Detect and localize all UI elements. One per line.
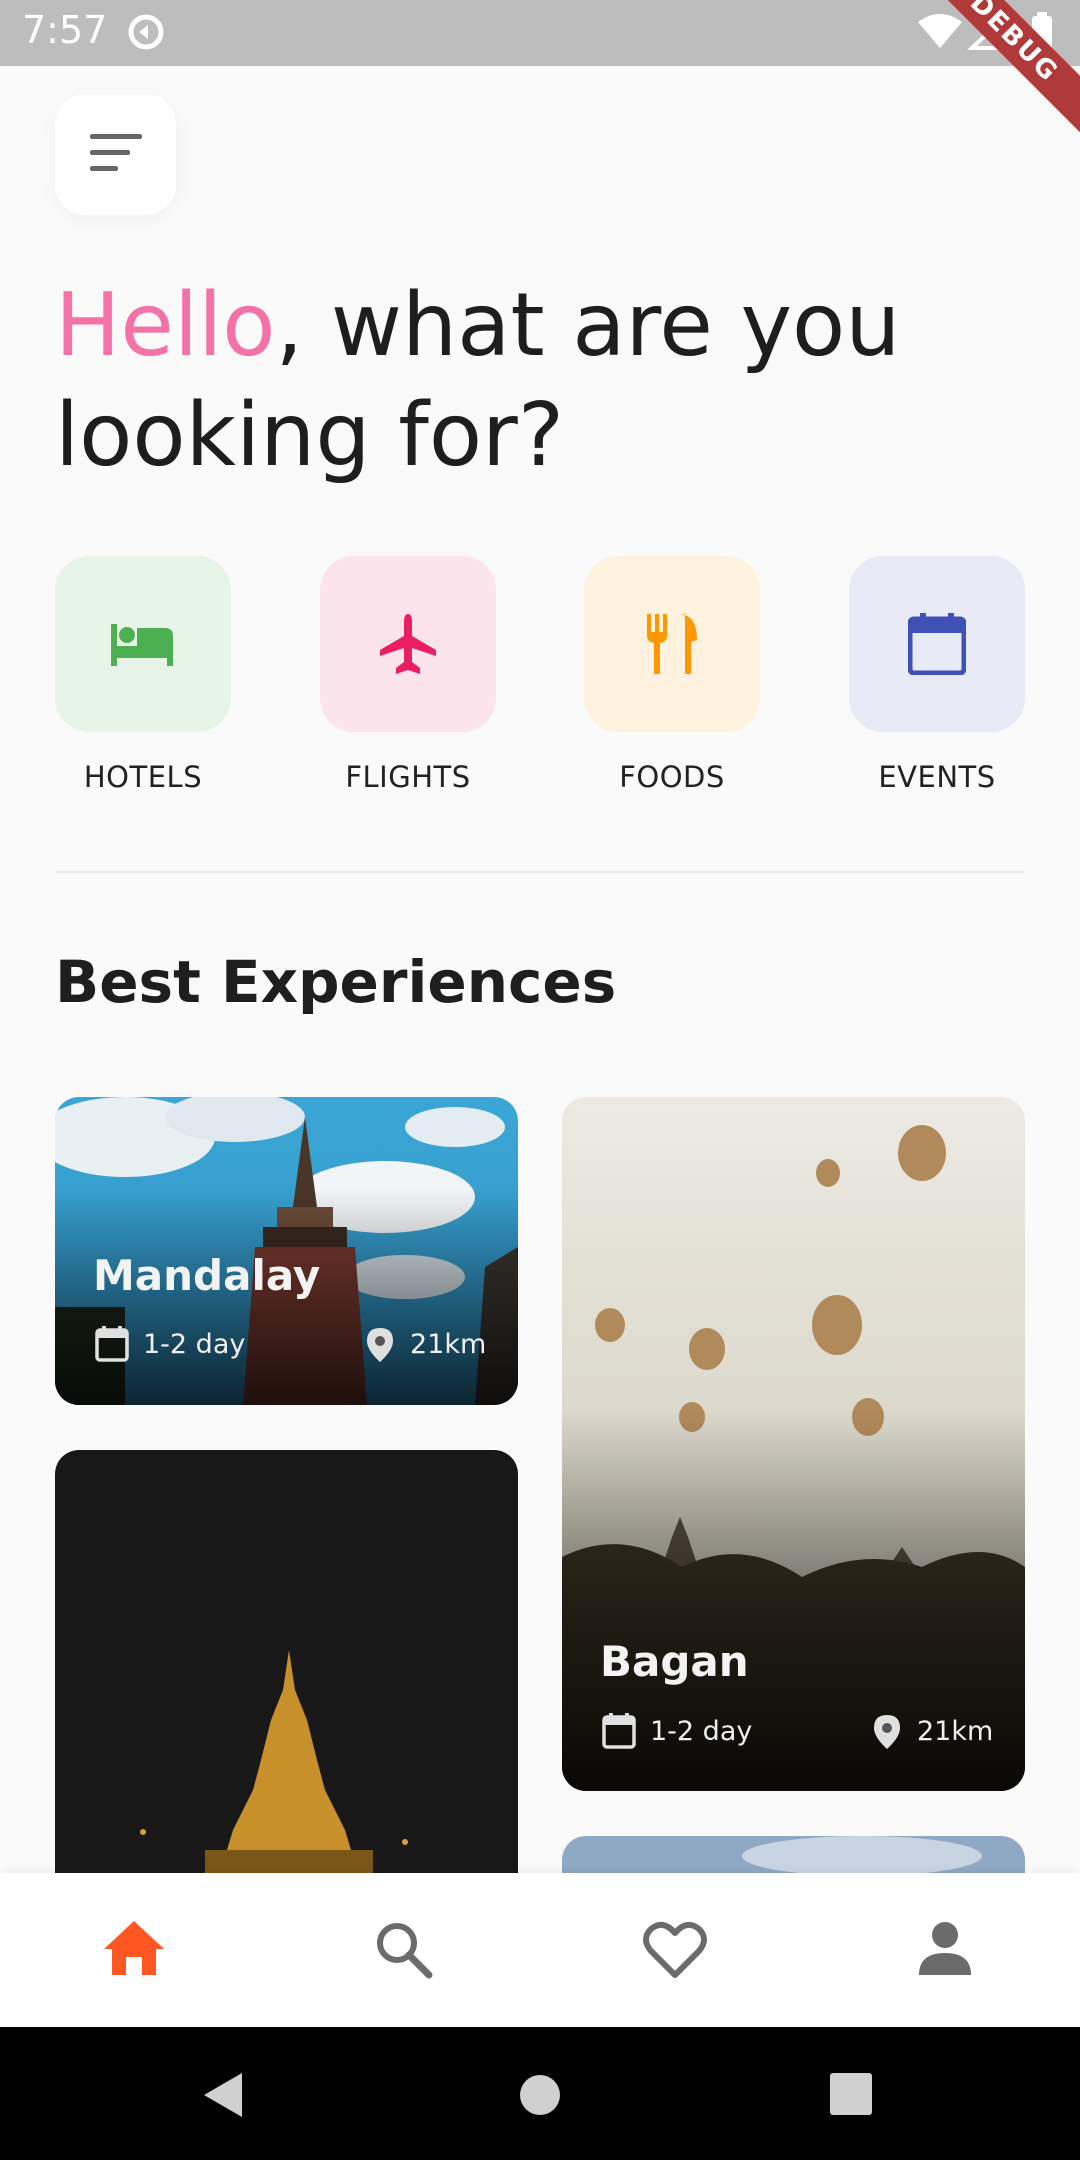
card-distance: 21km	[410, 1329, 487, 1360]
wifi-icon	[918, 14, 962, 48]
card-distance: 21km	[917, 1716, 994, 1747]
card-duration: 1-2 day	[650, 1716, 753, 1747]
calendar-icon	[95, 1326, 129, 1362]
pagoda-photo	[55, 1450, 518, 1930]
bottom-navigation	[0, 1873, 1080, 2027]
calendar-icon	[602, 1713, 636, 1749]
airplane-icon	[380, 614, 436, 674]
category-foods-label: FOODS	[619, 760, 725, 794]
category-flights-label: FLIGHTS	[345, 760, 471, 794]
profile-icon[interactable]	[909, 1913, 981, 1985]
divider	[55, 871, 1025, 873]
recents-icon[interactable]	[830, 2073, 872, 2115]
category-events-label: EVENTS	[878, 760, 996, 794]
category-hotels-tile[interactable]	[55, 556, 231, 732]
hotel-bed-icon	[111, 624, 173, 666]
location-pin-icon	[367, 1328, 393, 1362]
location-pin-icon	[874, 1715, 900, 1749]
experience-card-pagoda[interactable]	[55, 1450, 518, 1930]
category-events-tile[interactable]	[849, 556, 1025, 732]
greeting-heading: Hello, what are you looking for?	[55, 270, 1015, 490]
sync-icon	[128, 14, 164, 50]
back-icon[interactable]	[202, 2071, 246, 2119]
section-title: Best Experiences	[55, 948, 617, 1016]
experience-card-bagan[interactable]: Bagan 1-2 day 21km	[562, 1097, 1025, 1791]
system-navigation-bar	[0, 2027, 1080, 2160]
search-icon[interactable]	[367, 1913, 439, 1985]
home-icon[interactable]	[98, 1913, 170, 1985]
menu-button[interactable]	[55, 94, 176, 215]
menu-icon	[90, 134, 142, 171]
card-title: Mandalay	[93, 1251, 321, 1300]
app-screen: 7:57 DEBUG Hello, what are you looking f…	[0, 0, 1080, 2160]
greeting-highlight: Hello	[55, 274, 276, 376]
status-bar: 7:57 DEBUG	[0, 0, 1080, 145]
card-duration: 1-2 day	[143, 1329, 246, 1360]
category-hotels-label: HOTELS	[83, 760, 203, 794]
bagan-photo	[562, 1097, 1025, 1791]
home-button-icon[interactable]	[518, 2073, 562, 2117]
category-hotels[interactable]: HOTELS	[55, 556, 231, 794]
heart-icon[interactable]	[639, 1913, 711, 1985]
status-time: 7:57	[22, 8, 108, 52]
category-foods[interactable]: FOODS	[584, 556, 760, 794]
category-foods-tile[interactable]	[584, 556, 760, 732]
card-title: Bagan	[600, 1637, 749, 1686]
calendar-icon	[908, 613, 966, 675]
category-flights[interactable]: FLIGHTS	[320, 556, 496, 794]
experience-card-mandalay[interactable]: Mandalay 1-2 day 21km	[55, 1097, 518, 1405]
restaurant-icon	[647, 614, 697, 674]
category-flights-tile[interactable]	[320, 556, 496, 732]
category-events[interactable]: EVENTS	[849, 556, 1025, 794]
